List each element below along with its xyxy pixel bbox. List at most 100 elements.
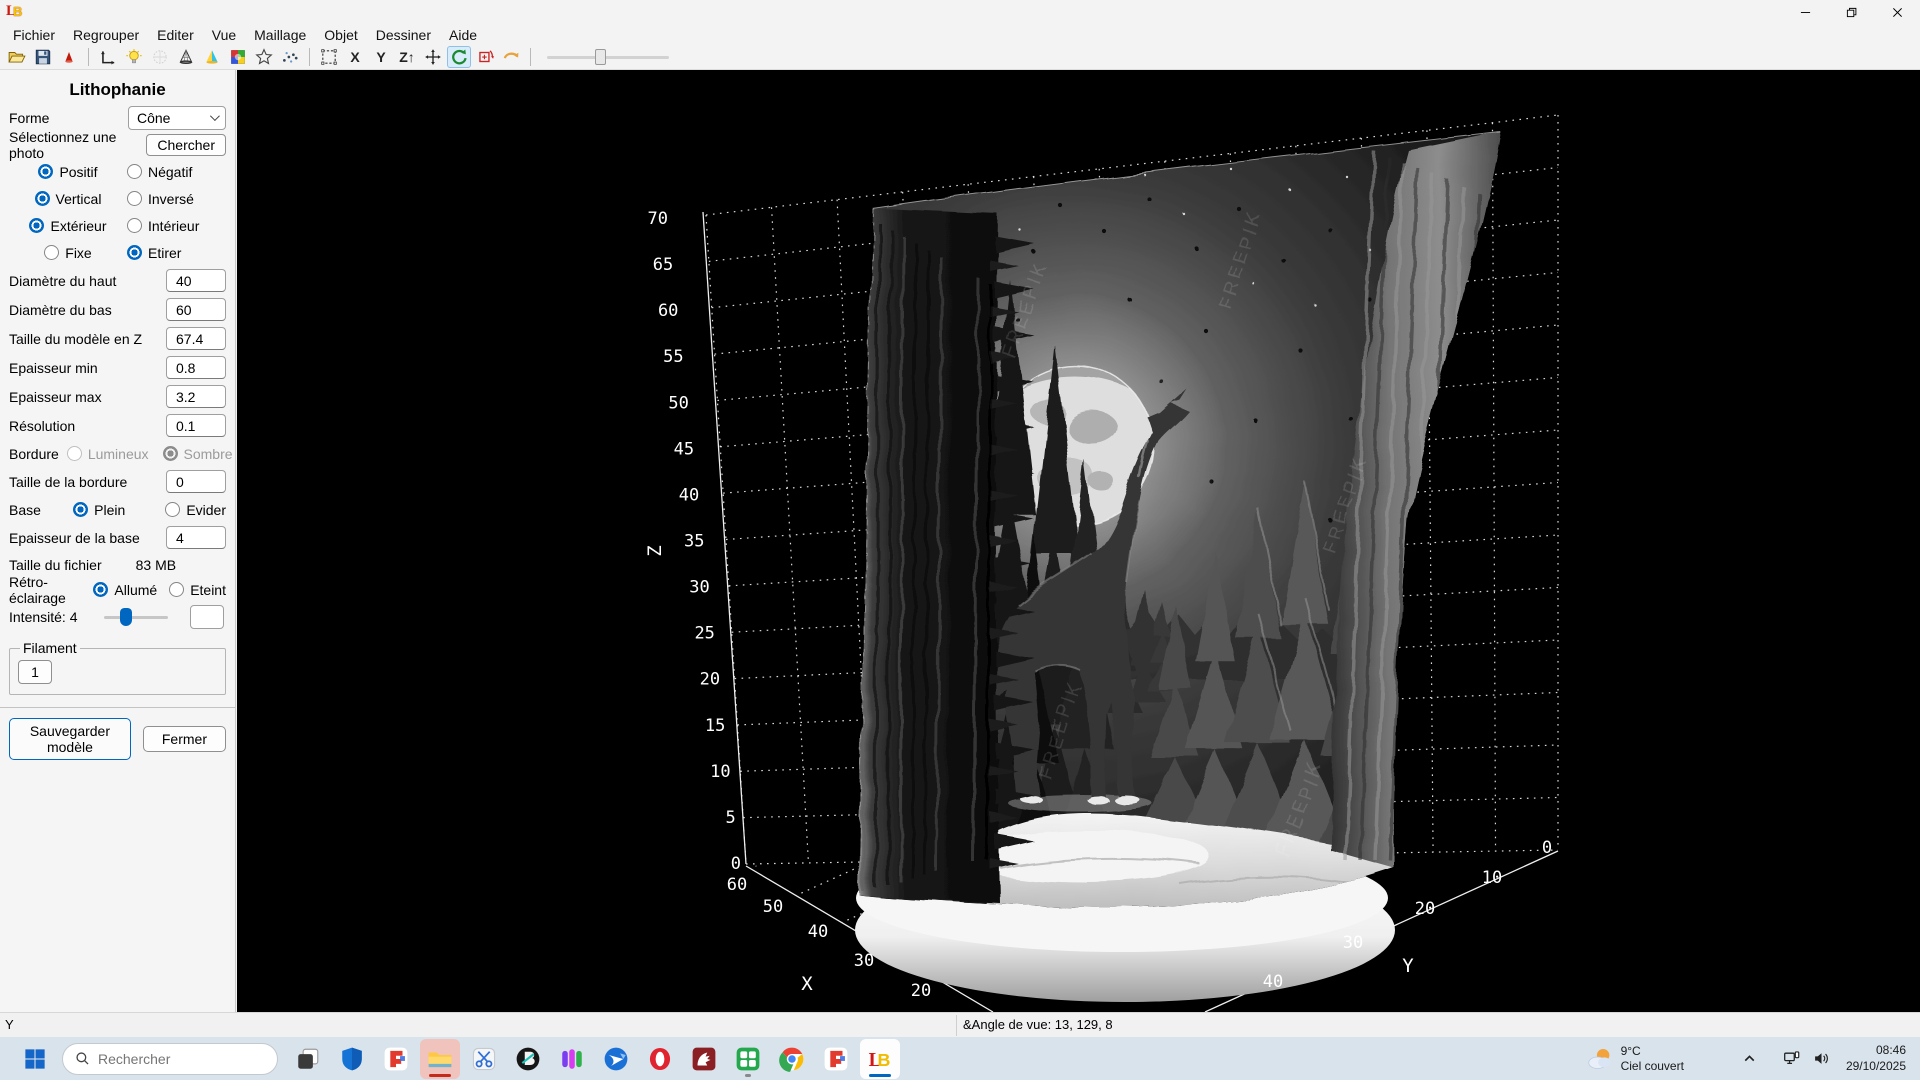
filament-group: Filament 1 (9, 640, 226, 695)
radio-dot (73, 502, 88, 517)
label-diametre-du-bas: Diamètre du bas (9, 302, 112, 318)
taskbar-clock[interactable]: 08:46 29/10/2025 (1846, 1043, 1906, 1074)
menu-objet[interactable]: Objet (315, 25, 366, 45)
radio-row-positif: PositifNégatif (0, 158, 235, 185)
radio-plein[interactable]: Plein (73, 502, 125, 518)
input-epaisseur-de-la-base[interactable] (166, 526, 226, 549)
menu-aide[interactable]: Aide (440, 25, 486, 45)
toolbar-cone-solid-icon[interactable] (200, 46, 224, 68)
chercher-button[interactable]: Chercher (146, 134, 226, 156)
slider-thumb[interactable] (120, 608, 132, 626)
radio-evider[interactable]: Evider (165, 502, 226, 518)
toolbar-scale-z-icon[interactable]: Z↑ (395, 46, 419, 68)
toolbar-bulb-icon[interactable] (122, 46, 146, 68)
fermer-button[interactable]: Fermer (143, 726, 226, 752)
minimize-button[interactable] (1782, 0, 1828, 24)
toolbar-move-icon[interactable] (421, 46, 445, 68)
volume-icon[interactable] (1808, 1045, 1836, 1073)
intensite-slider[interactable] (104, 607, 168, 627)
radio-positif[interactable]: Positif (9, 164, 127, 180)
input-taille-du-modele-en-z[interactable] (166, 327, 226, 350)
toolbar-cone-marker-icon[interactable] (57, 46, 81, 68)
taskbar-flashprint2-icon[interactable] (816, 1039, 856, 1079)
weather-widget[interactable]: 9°CCiel couvert (1585, 1044, 1684, 1074)
taskbar-flashprint-icon[interactable] (376, 1039, 416, 1079)
radio-etirer[interactable]: Etirer (127, 245, 181, 261)
forme-dropdown[interactable]: Cône (128, 106, 226, 130)
toolbar-view-undo-icon[interactable] (499, 46, 523, 68)
toolbar-select-rect-icon[interactable] (317, 46, 341, 68)
menu-maillage[interactable]: Maillage (245, 25, 315, 45)
toolbar-save-icon[interactable] (31, 46, 55, 68)
file-size-value: 83 MB (136, 557, 176, 573)
close-button[interactable] (1874, 0, 1920, 24)
taskbar-lithobox-icon[interactable]: LB (860, 1039, 900, 1079)
input-diametre-du-bas[interactable] (166, 298, 226, 321)
intensite-value-box[interactable] (190, 605, 224, 629)
viewport-3d[interactable]: FREEPIK FREEPIK FREEPIK FREEPIK FREEPIK … (237, 70, 1920, 1012)
save-model-button[interactable]: Sauvegarder modèle (9, 718, 131, 760)
input-diametre-du-haut[interactable] (166, 269, 226, 292)
scene-canvas[interactable]: FREEPIK FREEPIK FREEPIK FREEPIK FREEPIK … (237, 70, 1920, 1012)
radio-dot (127, 245, 142, 260)
toolbar-separator (88, 48, 89, 66)
radio-eteint[interactable]: Eteint (169, 582, 226, 598)
menu-vue[interactable]: Vue (203, 25, 245, 45)
radio-fixe[interactable]: Fixe (9, 245, 127, 261)
network-icon[interactable] (1778, 1045, 1806, 1073)
taskbar-defender-icon[interactable] (332, 1039, 372, 1079)
menu-editer[interactable]: Editer (148, 25, 203, 45)
toolbar-rotate-icon[interactable] (447, 46, 471, 68)
start-button[interactable] (18, 1042, 52, 1076)
toolbar-rotate-object-icon[interactable] (473, 46, 497, 68)
svg-text:30: 30 (1343, 933, 1363, 953)
toolbar-mirror-y-icon[interactable]: Y (369, 46, 393, 68)
radio-allume[interactable]: Allumé (93, 582, 157, 598)
toolbar: XYZ↑ (0, 45, 1920, 70)
taskbar-snipping-icon[interactable] (464, 1039, 504, 1079)
toolbar-star-icon[interactable] (252, 46, 276, 68)
field-taille-bordure: Taille de la bordure (0, 467, 235, 496)
taskbar-greengrid-icon[interactable] (728, 1039, 768, 1079)
label-diametre-du-haut: Diamètre du haut (9, 273, 116, 289)
taskbar-task-view-icon[interactable] (288, 1039, 328, 1079)
radio-negatif[interactable]: Négatif (127, 164, 192, 180)
taskbar-explorer-icon[interactable] (420, 1039, 460, 1079)
taskbar-prism-icon[interactable] (552, 1039, 592, 1079)
taskbar-opera-icon[interactable] (640, 1039, 680, 1079)
taskbar-chrome-icon[interactable] (772, 1039, 812, 1079)
taskbar-thunderbird-icon[interactable] (596, 1039, 636, 1079)
radio-vertical[interactable]: Vertical (9, 191, 127, 207)
clock-date: 29/10/2025 (1846, 1059, 1906, 1075)
menu-fichier[interactable]: Fichier (4, 25, 64, 45)
menu-dessiner[interactable]: Dessiner (367, 25, 440, 45)
zoom-slider[interactable] (547, 47, 669, 67)
label-epaisseur-de-la-base: Epaisseur de la base (9, 530, 140, 546)
toolbar-cone-wire-icon[interactable] (174, 46, 198, 68)
search-box[interactable] (62, 1043, 278, 1075)
label-base: Base (9, 502, 65, 518)
app-logo-icon: LB (4, 3, 26, 21)
taskbar-bambu-icon[interactable] (508, 1039, 548, 1079)
toolbar-points-icon[interactable] (278, 46, 302, 68)
radio-inverse[interactable]: Inversé (127, 191, 194, 207)
toolbar-axes-icon[interactable] (96, 46, 120, 68)
restore-button[interactable] (1828, 0, 1874, 24)
filament-button[interactable]: 1 (18, 660, 52, 684)
tray-chevron-up-icon[interactable] (1736, 1045, 1764, 1073)
search-input[interactable] (98, 1051, 248, 1067)
radio-exterieur[interactable]: Extérieur (9, 218, 127, 234)
search-icon (75, 1051, 90, 1066)
taskbar: LB 9°CCiel couvert 08:46 29/10/2025 (0, 1037, 1920, 1080)
menu-regrouper[interactable]: Regrouper (64, 25, 148, 45)
input-epaisseur-min[interactable] (166, 356, 226, 379)
input-resolution[interactable] (166, 414, 226, 437)
toolbar-mirror-x-icon[interactable]: X (343, 46, 367, 68)
input-taille-de-la-bordure[interactable] (166, 470, 226, 493)
toolbar-texture-icon[interactable] (226, 46, 250, 68)
input-epaisseur-max[interactable] (166, 385, 226, 408)
radio-interieur[interactable]: Intérieur (127, 218, 199, 234)
toolbar-open-icon[interactable] (5, 46, 29, 68)
taskbar-dragon-icon[interactable] (684, 1039, 724, 1079)
zoom-thumb[interactable] (595, 49, 606, 65)
